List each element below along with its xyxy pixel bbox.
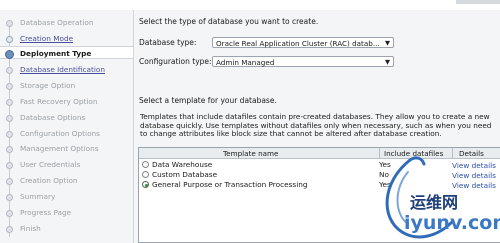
step-user-credentials: User Credentials bbox=[0, 158, 133, 171]
step-database-operation: Database Operation bbox=[0, 16, 133, 29]
step-label: Database Operation bbox=[20, 18, 94, 27]
step-database-identification[interactable]: Database Identification bbox=[0, 63, 133, 76]
template-name: General Purpose or Transaction Processin… bbox=[152, 180, 308, 189]
template-table-header: Template name Include datafiles Details bbox=[139, 148, 500, 159]
step-label: Storage Option bbox=[20, 81, 76, 90]
step-label: Database Options bbox=[20, 113, 86, 122]
step-dot-icon bbox=[6, 99, 13, 106]
step-label: Progress Page bbox=[20, 208, 72, 217]
table-row[interactable]: Data Warehouse Yes View details bbox=[139, 160, 500, 170]
database-type-value: Oracle Real Application Cluster (RAC) da… bbox=[216, 39, 380, 48]
step-summary: Summary bbox=[0, 190, 133, 203]
database-type-select[interactable]: Oracle Real Application Cluster (RAC) da… bbox=[212, 37, 394, 48]
step-dot-icon bbox=[6, 210, 13, 217]
configuration-type-label: Configuration type: bbox=[139, 57, 212, 66]
step-creation-option: Creation Option bbox=[0, 174, 133, 187]
configuration-type-value: Admin Managed bbox=[216, 58, 275, 67]
view-details-link[interactable]: View details bbox=[452, 171, 496, 180]
step-management-options: Management Options bbox=[0, 142, 133, 155]
step-dot-icon bbox=[6, 67, 13, 74]
template-radio[interactable] bbox=[142, 171, 149, 178]
dropdown-arrow-icon[interactable]: ▼ bbox=[385, 58, 390, 66]
deployment-instruction: Select the type of database you want to … bbox=[139, 17, 319, 26]
step-finish: Finish bbox=[0, 222, 133, 235]
step-dot-icon bbox=[6, 146, 13, 153]
step-configuration-options: Configuration Options bbox=[0, 127, 133, 140]
include-datafiles-value: Yes bbox=[379, 180, 391, 189]
database-type-label: Database type: bbox=[139, 38, 197, 47]
step-dot-icon bbox=[6, 194, 13, 201]
template-table: Template name Include datafiles Details … bbox=[138, 147, 500, 243]
view-details-link[interactable]: View details bbox=[452, 161, 496, 170]
window-top-strip bbox=[0, 0, 500, 10]
step-label: Management Options bbox=[20, 144, 99, 153]
step-label[interactable]: Creation Mode bbox=[20, 34, 73, 43]
step-navigation: Database Operation Creation Mode Deploym… bbox=[0, 10, 133, 243]
column-separator bbox=[452, 148, 453, 159]
current-step-dot-icon bbox=[5, 50, 14, 59]
template-description: Templates that include datafiles contain… bbox=[140, 112, 492, 139]
include-datafiles-value: No bbox=[379, 170, 389, 179]
configuration-type-select[interactable]: Admin Managed ▼ bbox=[212, 56, 394, 67]
table-row[interactable]: General Purpose or Transaction Processin… bbox=[139, 180, 500, 190]
step-dot-icon bbox=[6, 83, 13, 90]
step-label: Fast Recovery Option bbox=[20, 97, 98, 106]
dropdown-arrow-icon[interactable]: ▼ bbox=[385, 39, 390, 47]
view-details-link[interactable]: View details bbox=[452, 181, 496, 190]
step-progress-page: Progress Page bbox=[0, 206, 133, 219]
template-heading: Select a template for your database. bbox=[139, 96, 277, 105]
step-label[interactable]: Database Identification bbox=[20, 65, 105, 74]
template-radio-selected[interactable] bbox=[142, 181, 149, 188]
step-dot-icon bbox=[6, 20, 13, 27]
table-row[interactable]: Custom Database No View details bbox=[139, 170, 500, 180]
step-dot-icon bbox=[6, 36, 13, 43]
deployment-type-panel: Select the type of database you want to … bbox=[133, 10, 500, 243]
cropped-header-edge bbox=[456, 0, 500, 4]
step-dot-icon bbox=[6, 131, 13, 138]
step-label: User Credentials bbox=[20, 160, 81, 169]
template-name: Data Warehouse bbox=[152, 160, 213, 169]
step-database-options: Database Options bbox=[0, 111, 133, 124]
step-label: Creation Option bbox=[20, 176, 78, 185]
template-radio[interactable] bbox=[142, 161, 149, 168]
step-label: Configuration Options bbox=[20, 129, 100, 138]
step-dot-icon bbox=[6, 226, 13, 233]
step-dot-icon bbox=[6, 115, 13, 122]
step-label: Summary bbox=[20, 192, 56, 201]
step-fast-recovery-option: Fast Recovery Option bbox=[0, 95, 133, 108]
column-header-details: Details bbox=[459, 149, 484, 158]
step-label: Finish bbox=[20, 224, 41, 233]
step-deployment-type: Deployment Type bbox=[0, 46, 133, 59]
include-datafiles-value: Yes bbox=[379, 160, 391, 169]
column-header-template-name: Template name bbox=[223, 149, 279, 158]
step-creation-mode[interactable]: Creation Mode bbox=[0, 32, 133, 45]
step-dot-icon bbox=[6, 178, 13, 185]
step-label: Deployment Type bbox=[20, 49, 92, 58]
column-separator bbox=[379, 148, 380, 159]
step-storage-option: Storage Option bbox=[0, 79, 133, 92]
step-dot-icon bbox=[6, 162, 13, 169]
template-name: Custom Database bbox=[152, 170, 218, 179]
column-header-include-datafiles: Include datafiles bbox=[384, 149, 444, 158]
